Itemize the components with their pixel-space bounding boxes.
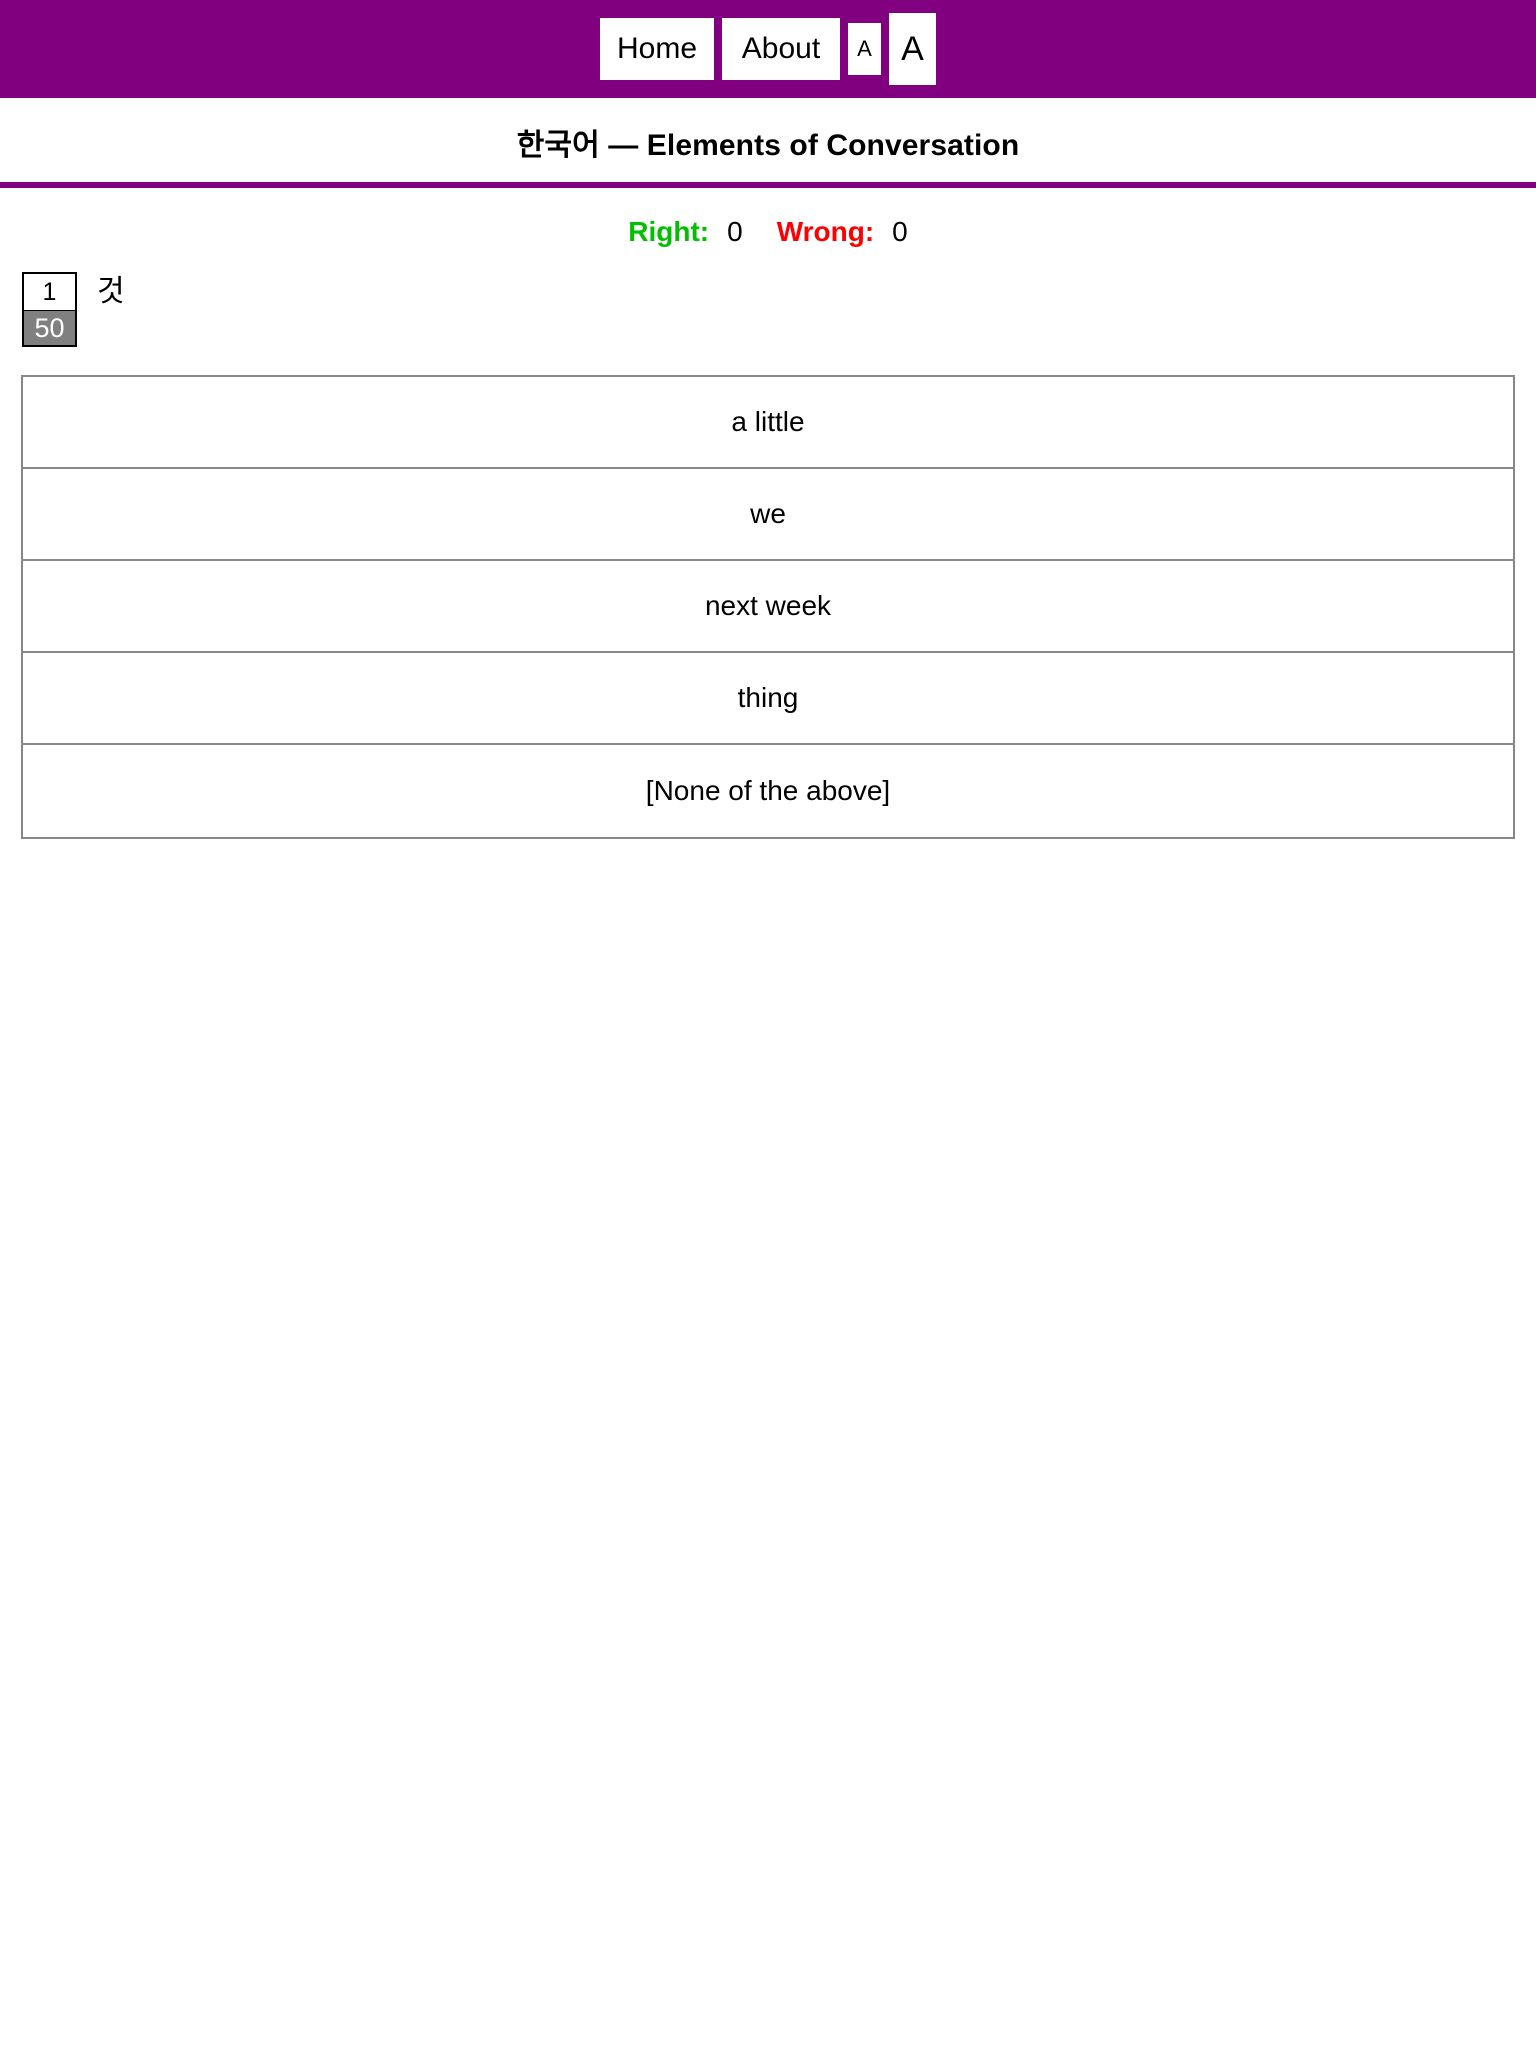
- answer-option-none[interactable]: [None of the above]: [23, 745, 1513, 837]
- question-counter: 1 50: [22, 272, 77, 347]
- nav-home-button[interactable]: Home: [600, 18, 714, 80]
- question-current-index: 1: [22, 272, 77, 310]
- score-wrong-label: Wrong:: [776, 216, 875, 247]
- score-wrong-value: 0: [892, 216, 908, 247]
- font-increase-button[interactable]: A: [889, 13, 936, 85]
- font-decrease-button[interactable]: A: [848, 23, 881, 75]
- score-right-value: 0: [727, 216, 743, 247]
- question-row: 1 50 것: [0, 258, 1536, 354]
- answer-options-list: a little we next week thing [None of the…: [21, 375, 1515, 839]
- answer-option[interactable]: a little: [23, 377, 1513, 469]
- navigation-bar: Home About A A: [0, 0, 1536, 98]
- answer-option[interactable]: thing: [23, 653, 1513, 745]
- score-right-label: Right:: [628, 216, 710, 247]
- prompt-word: 것: [97, 275, 125, 308]
- score-row: Right: 0 Wrong: 0: [0, 188, 1536, 258]
- nav-button-group: Home About A A: [600, 13, 936, 85]
- nav-about-button[interactable]: About: [722, 18, 840, 80]
- answer-option[interactable]: we: [23, 469, 1513, 561]
- page-title: 한국어 — Elements of Conversation: [516, 129, 1020, 162]
- answer-option[interactable]: next week: [23, 561, 1513, 653]
- question-total-count: 50: [22, 310, 77, 347]
